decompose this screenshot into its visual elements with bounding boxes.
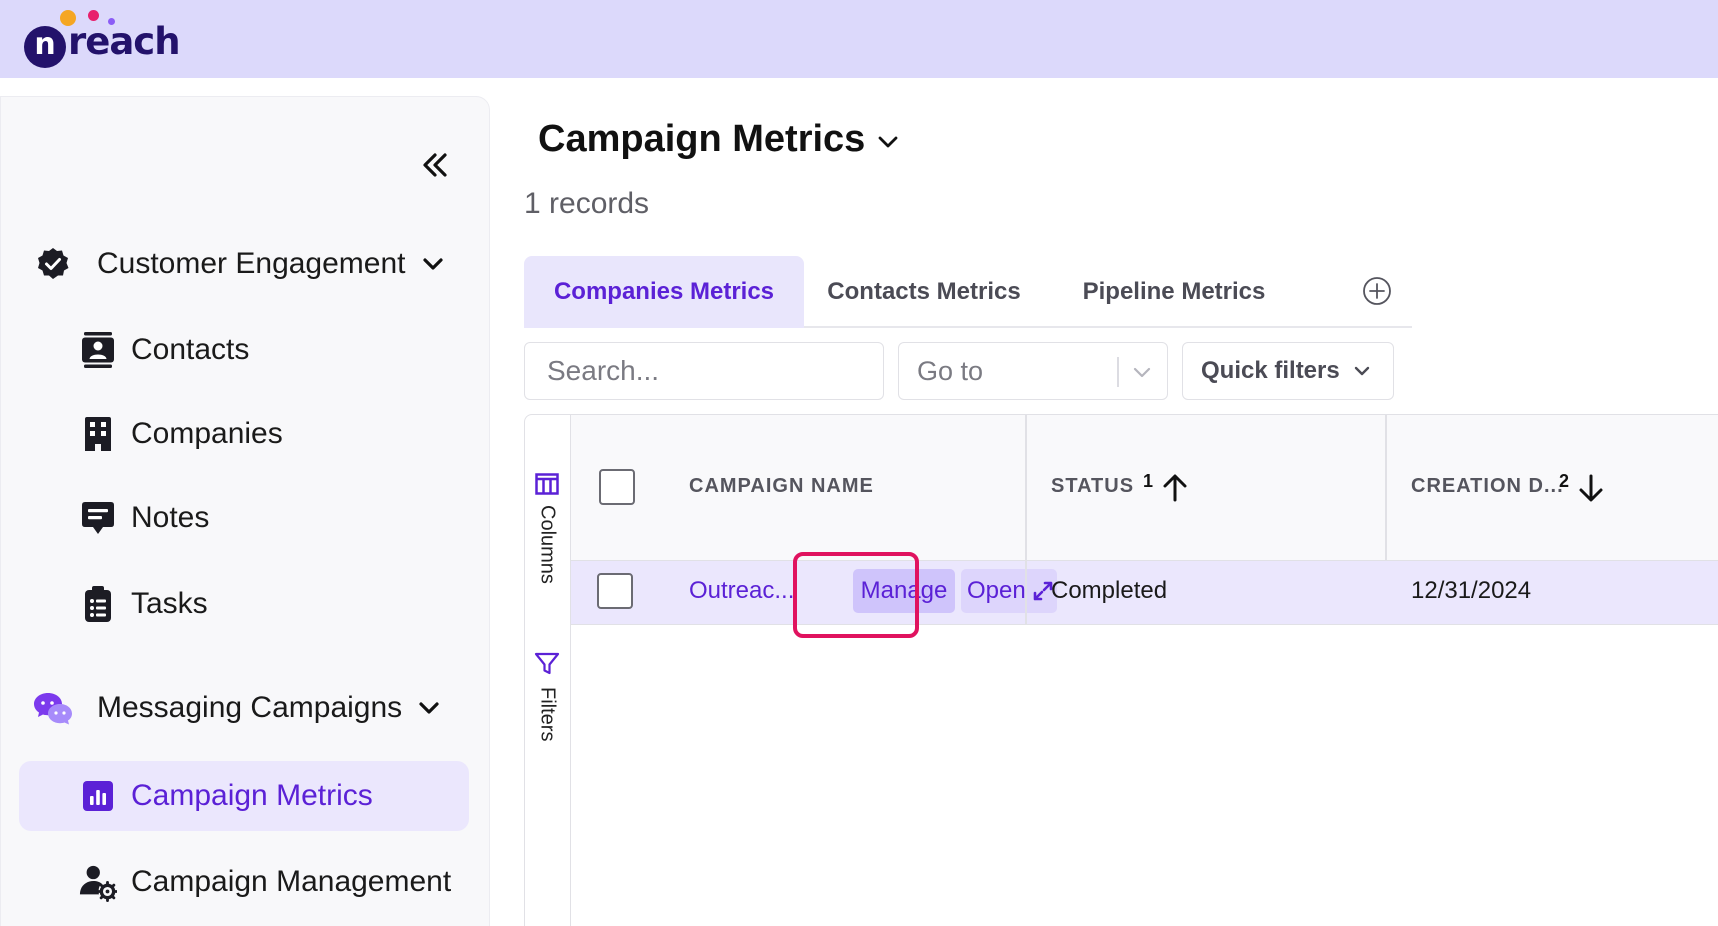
contact-card-icon <box>79 331 117 369</box>
quick-filters-label: Quick filters <box>1201 357 1340 384</box>
data-grid: Columns Filters CAMPAIGN NAME STATUS 1 C… <box>524 414 1718 926</box>
sidebar: Customer Engagement Contacts Companies N… <box>0 96 490 926</box>
quick-filters-button[interactable]: Quick filters <box>1182 342 1394 400</box>
sidebar-item-campaign-management[interactable]: Campaign Management <box>19 847 469 917</box>
building-icon <box>79 415 117 453</box>
select-all-checkbox[interactable] <box>599 469 635 505</box>
open-record-button[interactable]: Open <box>961 569 1057 613</box>
sort-order-badge: 2 <box>1559 471 1570 491</box>
column-header-creation-date[interactable]: CREATION D... <box>1411 475 1564 498</box>
arrow-up-icon <box>1163 474 1187 502</box>
reach-logo[interactable]: n reach <box>24 8 181 68</box>
sidebar-item-label: Campaign Management <box>131 865 452 898</box>
nav-group-customer-engagement[interactable]: Customer Engagement <box>33 239 463 289</box>
sidebar-item-tasks[interactable]: Tasks <box>19 569 469 639</box>
nav-group-label: Customer Engagement <box>97 247 406 280</box>
verified-badge-icon <box>33 244 73 284</box>
clipboard-icon <box>79 585 117 623</box>
chevron-down-icon <box>1133 367 1151 378</box>
select-divider <box>1117 357 1119 387</box>
campaign-name-link[interactable]: Outreac... <box>689 577 794 605</box>
grid-side-panel: Columns Filters <box>525 415 571 926</box>
filter-icon <box>534 652 560 675</box>
sidebar-item-campaign-metrics[interactable]: Campaign Metrics <box>19 761 469 831</box>
grid-header: CAMPAIGN NAME STATUS 1 CREATION D... 2 <box>571 415 1718 561</box>
column-divider <box>1025 561 1027 625</box>
sidebar-item-notes[interactable]: Notes <box>19 483 469 553</box>
logo-wordmark: reach <box>68 20 181 63</box>
sidebar-item-label: Notes <box>131 501 210 534</box>
columns-label: Columns <box>536 505 559 584</box>
chat-bubbles-icon <box>33 688 73 728</box>
sidebar-item-label: Campaign Metrics <box>131 779 373 812</box>
sort-ascending-button[interactable] <box>1161 473 1189 503</box>
sort-descending-button[interactable] <box>1577 473 1605 503</box>
tab-pipeline-metrics[interactable]: Pipeline Metrics <box>1054 256 1294 328</box>
filters-panel-button[interactable]: Filters <box>529 651 565 741</box>
creation-date-cell: 12/31/2024 <box>1411 577 1532 604</box>
search-input[interactable] <box>525 343 883 399</box>
sort-order-badge: 1 <box>1143 471 1154 491</box>
go-to-select[interactable]: Go to <box>898 342 1168 400</box>
sidebar-item-label: Contacts <box>131 333 250 366</box>
column-header-campaign-name[interactable]: CAMPAIGN NAME <box>689 475 874 498</box>
metrics-tabs: Companies Metrics Contacts Metrics Pipel… <box>524 256 1412 328</box>
plus-circle-icon <box>1363 277 1391 305</box>
add-tab-button[interactable] <box>1362 276 1392 306</box>
logo-mark: n <box>24 26 66 68</box>
chevron-down-icon <box>878 136 898 148</box>
filters-label: Filters <box>536 687 559 742</box>
arrow-down-icon <box>1579 474 1603 502</box>
tab-contacts-metrics[interactable]: Contacts Metrics <box>804 256 1044 328</box>
top-bar: n reach <box>0 0 1718 78</box>
status-cell: Completed <box>1051 577 1168 604</box>
column-resize-handle[interactable] <box>1025 415 1027 561</box>
column-resize-handle[interactable] <box>1385 415 1387 561</box>
record-count: 1 records <box>524 187 650 220</box>
bar-chart-icon <box>79 777 117 815</box>
chevron-down-icon <box>1354 366 1370 376</box>
row-checkbox[interactable] <box>597 573 633 609</box>
manage-label: Manage <box>860 577 948 604</box>
manage-button[interactable]: Manage <box>853 569 955 613</box>
note-bubble-icon <box>79 499 117 537</box>
page-title: Campaign Metrics <box>538 118 866 160</box>
go-to-label: Go to <box>917 356 984 386</box>
chevron-down-icon <box>422 258 443 270</box>
search-field[interactable] <box>524 342 884 400</box>
title-dropdown-button[interactable] <box>874 128 902 156</box>
columns-icon <box>535 473 559 495</box>
sidebar-item-label: Tasks <box>131 587 208 620</box>
column-header-status[interactable]: STATUS <box>1051 475 1134 498</box>
chevron-down-icon <box>419 702 439 714</box>
columns-panel-button[interactable]: Columns <box>529 473 565 584</box>
open-label: Open <box>967 577 1026 604</box>
collapse-sidebar-button[interactable] <box>417 147 453 183</box>
nav-group-messaging-campaigns[interactable]: Messaging Campaigns <box>33 683 463 733</box>
sidebar-item-companies[interactable]: Companies <box>19 399 469 469</box>
user-gear-icon <box>79 863 117 902</box>
sidebar-item-contacts[interactable]: Contacts <box>19 315 469 385</box>
nav-group-label: Messaging Campaigns <box>97 691 403 724</box>
double-chevron-left-icon <box>423 153 447 177</box>
sidebar-item-label: Companies <box>131 417 283 450</box>
tab-companies-metrics[interactable]: Companies Metrics <box>524 256 804 328</box>
table-row[interactable]: Outreac... Manage Open Completed 12/31/2… <box>571 561 1718 625</box>
